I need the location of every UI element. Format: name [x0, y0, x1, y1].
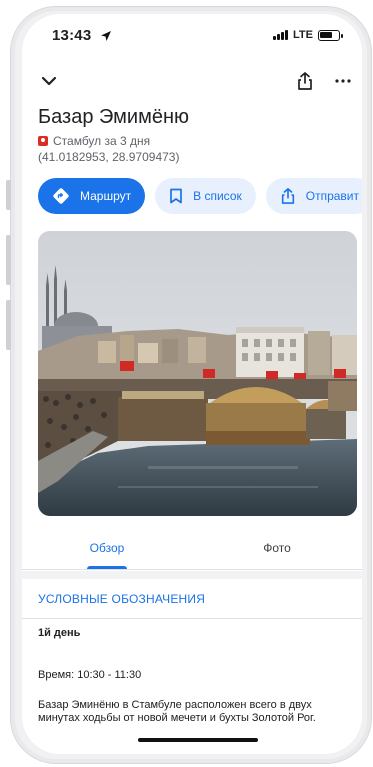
send-label: Отправит	[305, 189, 359, 203]
action-chips: Маршрут В список Отправит	[38, 178, 362, 214]
map-pin-icon	[38, 136, 48, 146]
bazaar-photo	[38, 231, 357, 516]
directions-label: Маршрут	[80, 189, 132, 203]
coordinates: (41.0182953, 28.9709473)	[38, 150, 180, 164]
status-time: 13:43	[52, 27, 92, 44]
status-bar: 13:43 LTE	[22, 14, 362, 58]
day-label: 1й день	[38, 627, 81, 639]
side-button	[6, 235, 11, 285]
section-divider	[22, 571, 362, 579]
signal-icon	[273, 30, 289, 40]
status-indicators: LTE	[273, 29, 343, 41]
location-arrow-icon	[101, 31, 111, 41]
share-button[interactable]	[290, 66, 320, 96]
side-button	[6, 300, 11, 350]
side-button	[6, 180, 11, 210]
share-icon	[298, 72, 312, 90]
more-icon	[335, 79, 351, 83]
tab-overview[interactable]: Обзор	[22, 526, 192, 569]
bookmark-icon	[170, 188, 182, 204]
directions-icon	[53, 188, 69, 204]
battery-icon	[318, 29, 343, 41]
network-label: LTE	[293, 29, 313, 41]
visit-time: Время: 10:30 - 11:30	[38, 669, 142, 681]
save-to-list-label: В список	[193, 189, 242, 203]
list-name: Стамбул за 3 дня	[53, 134, 151, 148]
send-button[interactable]: Отправит	[265, 178, 362, 214]
screen: 13:43 LTE Базар Эмимёню Стамбул за 3 дня…	[22, 14, 362, 754]
chevron-down-icon	[41, 76, 57, 86]
place-photo[interactable]	[38, 231, 357, 516]
home-indicator	[138, 738, 258, 742]
legend-link[interactable]: УСЛОВНЫЕ ОБОЗНАЧЕНИЯ	[22, 579, 362, 619]
place-description: Базар Эминёню в Стамбуле расположен всег…	[38, 699, 316, 724]
collapse-button[interactable]	[34, 66, 64, 96]
tab-bar: Обзор Фото	[22, 526, 362, 570]
tab-photos[interactable]: Фото	[192, 526, 362, 569]
place-title: Базар Эмимёню	[38, 106, 189, 128]
list-label[interactable]: Стамбул за 3 дня	[38, 134, 150, 148]
share-icon	[281, 188, 294, 204]
top-bar	[22, 66, 362, 96]
directions-button[interactable]: Маршрут	[38, 178, 146, 214]
more-button[interactable]	[328, 66, 358, 96]
save-to-list-button[interactable]: В список	[155, 178, 256, 214]
